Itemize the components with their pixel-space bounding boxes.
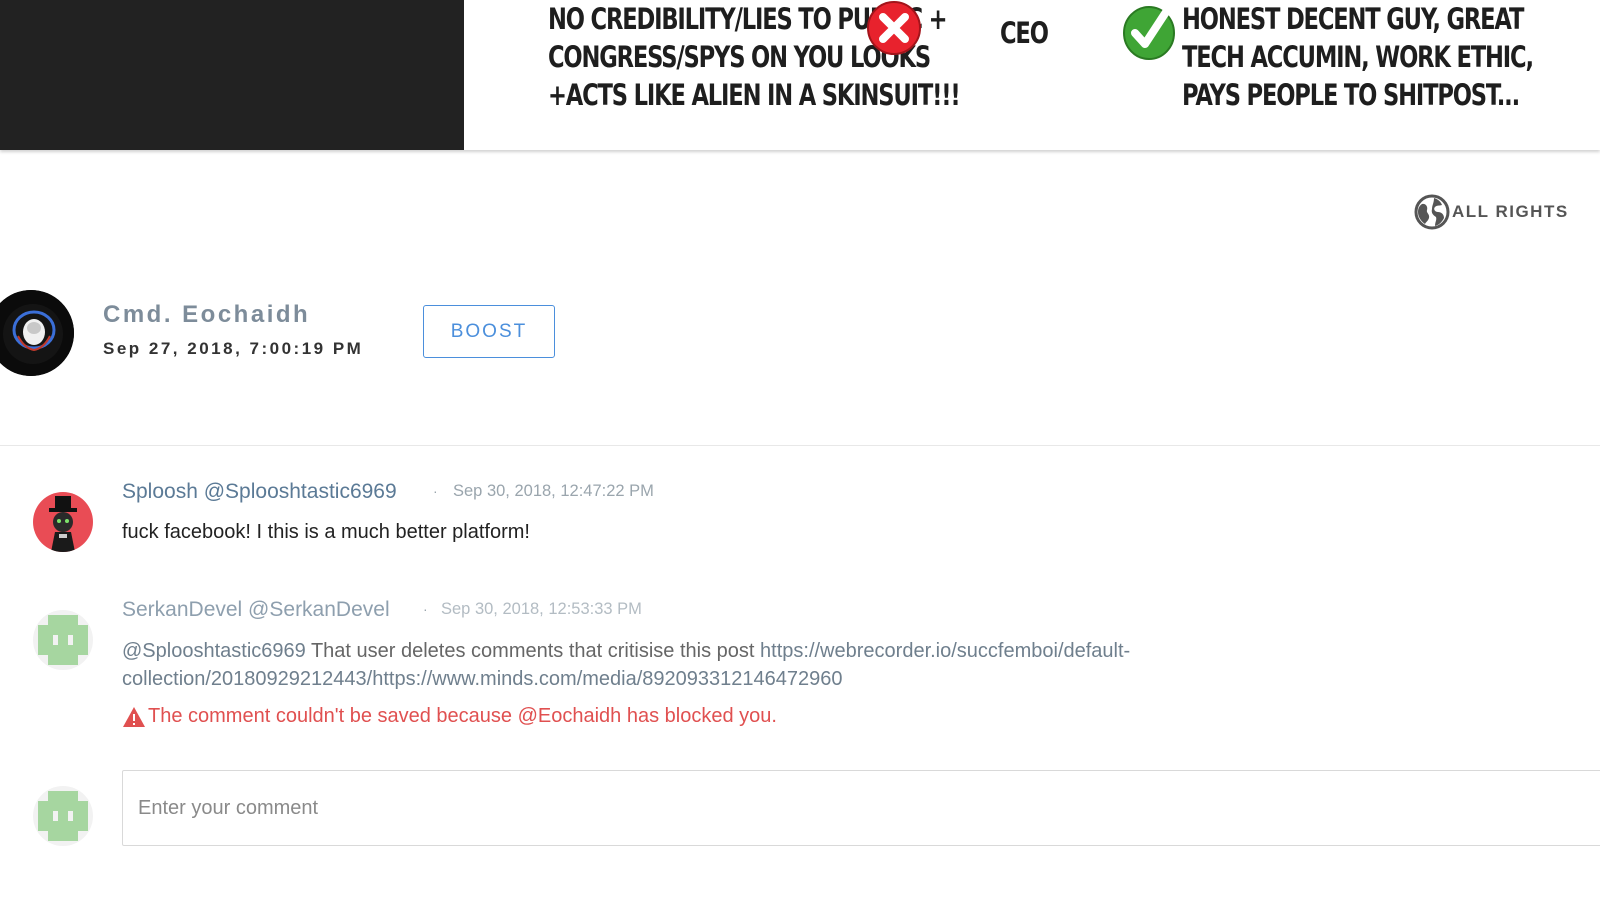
comment-avatar-serkan[interactable] [33,610,93,670]
license-label: ALL RIGHTS [1452,202,1569,221]
comment-separator: · [423,601,428,617]
meme-right-text: HONEST DECENT GUY, GREAT TECH ACCUMIN, W… [1182,0,1534,114]
user-mention[interactable]: @Splooshtastic6969 [122,640,306,662]
red-x-icon [867,1,921,55]
post-media-banner[interactable]: NO CREDIBILITY/LIES TO PUBLIC + CONGRESS… [0,0,1600,150]
globe-icon [1414,194,1450,230]
serkan-avatar-image [33,610,93,670]
comment-body: @Splooshtastic6969 That user deletes com… [122,637,1130,693]
comment-link-continued[interactable]: collection/20180929212443/https://www.mi… [122,668,843,690]
post-date: Sep 27, 2018, 7:00:19 PM [103,339,364,358]
media-dark-panel [0,0,464,150]
green-check-icon [1123,6,1175,60]
comment-link[interactable]: https://webrecorder.io/succfemboi/defaul… [760,640,1130,662]
sploosh-avatar-image [33,492,93,552]
comment-error-text: The comment couldn't be saved because @E… [148,705,777,727]
comment-author[interactable]: SerkanDevel @SerkanDevel [122,598,390,622]
current-user-avatar[interactable] [33,786,93,846]
owner-avatar-image [0,290,74,376]
comment-author[interactable]: Sploosh @Splooshtastic6969 [122,480,397,504]
owner-avatar[interactable] [0,290,74,376]
meme-ceo-label: CEO [1000,16,1049,50]
comment-body: fuck facebook! I this is a much better p… [122,521,530,543]
section-divider [0,445,1600,446]
boost-button[interactable]: BOOST [423,305,555,358]
comment-text: That user deletes comments that critisis… [305,640,761,662]
meme-right-line-1: HONEST DECENT GUY, GREAT [1182,2,1524,36]
owner-name[interactable]: Cmd. Eochaidh [103,301,310,329]
comment-input[interactable] [122,770,1600,846]
warning-icon [123,706,145,727]
meme-left-line-3: +ACTS LIKE ALIEN IN A SKINSUIT!!! [548,78,961,112]
comment-timestamp: Sep 30, 2018, 12:53:33 PM [441,600,642,618]
current-user-avatar-image [33,786,93,846]
comment-separator: · [433,483,438,499]
license-indicator[interactable]: ALL RIGHTS [1414,194,1569,230]
comment-timestamp: Sep 30, 2018, 12:47:22 PM [453,482,654,500]
meme-right-line-2: TECH ACCUMIN, WORK ETHIC, [1182,40,1534,74]
comment-error: The comment couldn't be saved because @E… [122,705,777,728]
meme-right-line-3: PAYS PEOPLE TO SHITPOST... [1182,78,1520,112]
comment-avatar-sploosh[interactable] [33,492,93,552]
